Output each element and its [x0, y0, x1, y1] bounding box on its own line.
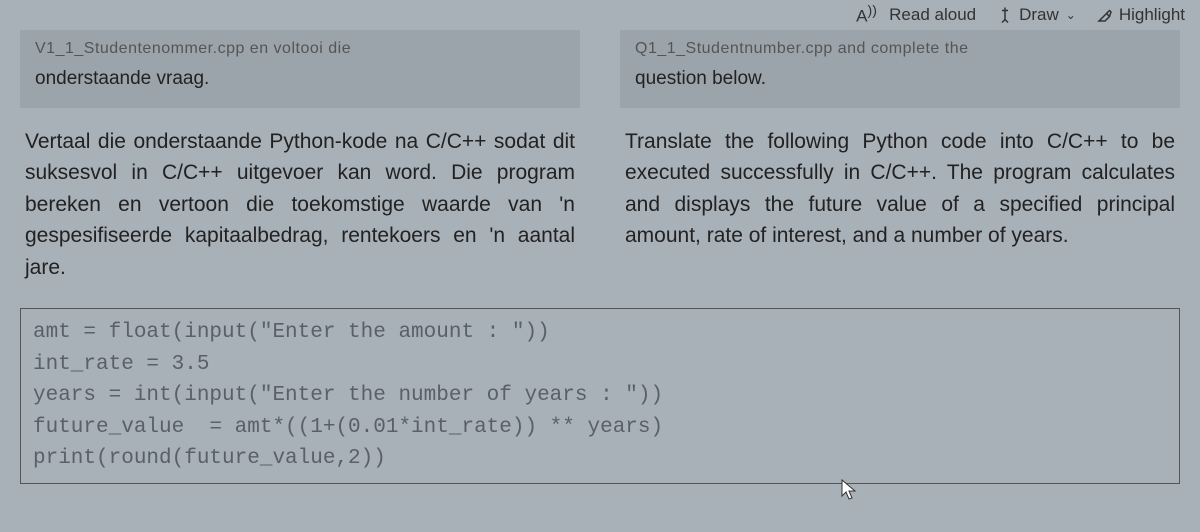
left-column: V1_1_Studentenommer.cpp en voltooi die o… [0, 30, 600, 283]
right-column: Q1_1_Studentnumber.cpp and complete the … [600, 30, 1200, 283]
highlight-button[interactable]: Highlight [1096, 5, 1185, 25]
pdf-toolbar: Read aloud A)) Draw ⌄ Highlight [874, 0, 1200, 30]
code-block: amt = float(input("Enter the amount : ")… [20, 308, 1180, 484]
highlighter-icon [1096, 6, 1114, 24]
pen-icon [996, 6, 1014, 24]
right-file-line: Q1_1_Studentnumber.cpp and complete the [635, 38, 1165, 60]
right-question-text: Translate the following Python code into… [620, 126, 1180, 252]
draw-label: Draw [1019, 5, 1059, 25]
content-wrapper: V1_1_Studentenommer.cpp en voltooi die o… [0, 0, 1200, 283]
left-file-line: V1_1_Studentenommer.cpp en voltooi die [35, 38, 565, 60]
left-question-text: Vertaal die onderstaande Python-kode na … [20, 126, 580, 284]
chevron-down-icon: ⌄ [1066, 8, 1076, 22]
right-intro-section: Q1_1_Studentnumber.cpp and complete the … [620, 30, 1180, 108]
read-aloud-prefix: A)) [856, 3, 877, 27]
left-intro-section: V1_1_Studentenommer.cpp en voltooi die o… [20, 30, 580, 108]
highlight-label: Highlight [1119, 5, 1185, 25]
draw-button[interactable]: Draw ⌄ [996, 5, 1076, 25]
read-aloud-label: Read aloud [889, 5, 976, 25]
read-aloud-button[interactable]: Read aloud A)) [889, 5, 976, 25]
right-intro-text: question below. [635, 66, 1165, 93]
left-intro-text: onderstaande vraag. [35, 66, 565, 93]
